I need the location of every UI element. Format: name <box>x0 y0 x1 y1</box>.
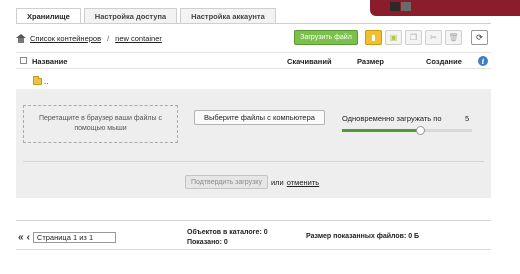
toolbar: Загрузить файл ▮ ▣ ❐ ✂ 🗑 ⟳ <box>294 30 488 45</box>
or-text: или <box>270 177 284 187</box>
concurrent-uploads-label: Одновременно загружать по <box>342 114 442 123</box>
cut-icon: ✂ <box>430 33 437 42</box>
avatar[interactable] <box>390 2 400 11</box>
archive-button[interactable]: ▮ <box>365 30 382 45</box>
drop-zone-text: Перетащите в браузер ваши файлы с помощь… <box>38 115 162 132</box>
choose-files-button[interactable]: Выберите файлы с компьютера <box>194 110 325 125</box>
shown-size: Размер показанных файлов: 0 Б <box>306 233 420 240</box>
breadcrumb-root-link[interactable]: Список контейнеров <box>30 34 101 43</box>
footer: « ‹ Страница 1 из 1 Объектов в каталоге:… <box>16 220 491 250</box>
delete-icon: 🗑 <box>448 33 459 42</box>
header-bar <box>370 0 520 16</box>
pagination: « ‹ Страница 1 из 1 <box>18 232 116 243</box>
tab-account-settings[interactable]: Настройка аккаунта <box>180 8 276 24</box>
breadcrumb: Список контейнеров / new container <box>16 34 162 43</box>
upload-file-button[interactable]: Загрузить файл <box>294 30 358 45</box>
column-created[interactable]: Создание <box>426 57 462 66</box>
panel-divider <box>23 161 484 162</box>
breadcrumb-current-link[interactable]: new container <box>115 34 162 43</box>
breadcrumb-separator: / <box>107 34 110 43</box>
refresh-icon: ⟳ <box>476 33 483 42</box>
concurrent-uploads-value: 5 <box>465 114 470 123</box>
objects-count: Объектов в каталоге: 0 <box>187 229 268 236</box>
home-icon[interactable] <box>16 34 26 43</box>
shown-count: Показано: 0 <box>187 239 228 246</box>
refresh-button[interactable]: ⟳ <box>471 30 488 45</box>
upload-panel: Перетащите в браузер ваши файлы с помощь… <box>16 89 491 198</box>
page-input[interactable]: Страница 1 из 1 <box>32 232 116 243</box>
select-all-checkbox[interactable] <box>20 57 27 64</box>
concurrent-uploads-slider[interactable] <box>342 126 472 135</box>
drop-zone[interactable]: Перетащите в браузер ваши файлы с помощь… <box>23 105 178 143</box>
parent-directory-label: .. <box>44 77 49 86</box>
tab-access-settings[interactable]: Настройка доступа <box>83 8 178 24</box>
copy-button[interactable]: ❐ <box>405 30 422 45</box>
tab-bar: Хранилище Настройка доступа Настройка ак… <box>16 8 276 24</box>
tab-divider <box>16 23 491 24</box>
parent-directory-row[interactable]: .. <box>33 76 49 86</box>
delete-button[interactable]: 🗑 <box>445 30 462 45</box>
slider-handle[interactable] <box>416 126 425 135</box>
new-folder-icon: ▣ <box>389 33 398 42</box>
copy-icon: ❐ <box>409 33 418 42</box>
archive-icon: ▮ <box>371 33 376 42</box>
tab-storage[interactable]: Хранилище <box>16 8 81 24</box>
cut-button[interactable]: ✂ <box>425 30 442 45</box>
prev-page-icon[interactable]: ‹ <box>27 232 30 242</box>
slider-fill <box>342 129 420 132</box>
first-page-icon[interactable]: « <box>18 232 24 242</box>
column-downloads[interactable]: Скачиваний <box>287 57 332 66</box>
column-name[interactable]: Название <box>32 57 67 66</box>
confirm-row: Подтвердить загрузку или отменить <box>185 175 319 189</box>
info-icon[interactable]: i <box>478 56 488 66</box>
table-header: Название Скачиваний Размер Создание i <box>16 52 491 69</box>
new-folder-button[interactable]: ▣ <box>385 30 402 45</box>
confirm-upload-button[interactable]: Подтвердить загрузку <box>185 175 268 189</box>
column-size[interactable]: Размер <box>357 57 384 66</box>
folder-up-icon <box>33 76 42 85</box>
catalog-stats: Объектов в каталоге: 0 Показано: 0 <box>187 228 268 248</box>
avatar-secondary <box>401 2 411 11</box>
cancel-upload-link[interactable]: отменить <box>287 178 319 187</box>
